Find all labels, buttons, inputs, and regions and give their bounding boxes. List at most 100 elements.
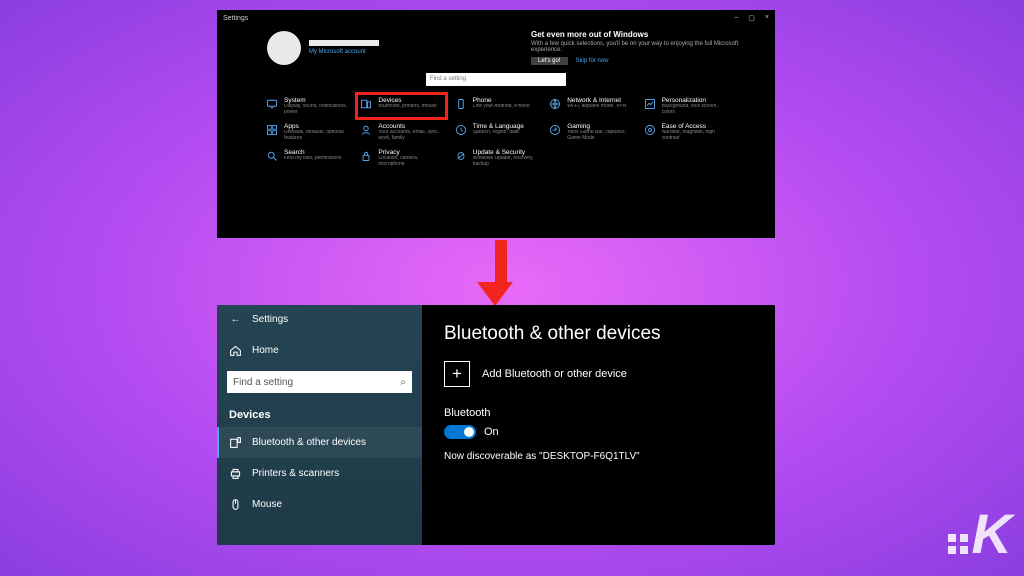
tile-subtitle: Location, camera, microphone bbox=[378, 156, 443, 167]
ease-icon bbox=[643, 123, 657, 137]
settings-sidebar: ← Settings Home Find a setting ⌕ Devices… bbox=[217, 305, 422, 545]
tile-subtitle: Narrator, magnifier, high contrast bbox=[662, 130, 727, 141]
tile-subtitle: Find my files, permissions bbox=[284, 156, 342, 162]
tile-accounts[interactable]: AccountsYour accounts, email, sync, work… bbox=[357, 120, 445, 144]
sidebar-item-label: Bluetooth & other devices bbox=[252, 437, 366, 448]
window-title: Settings bbox=[223, 15, 248, 22]
search-icon: ⌕ bbox=[400, 377, 406, 388]
sidebar-item-label: Printers & scanners bbox=[252, 468, 339, 479]
time-icon bbox=[454, 123, 468, 137]
printer-icon bbox=[229, 467, 242, 480]
sidebar-item-printer[interactable]: Printers & scanners bbox=[217, 458, 422, 489]
mouse-icon bbox=[229, 498, 242, 511]
annotation-arrow bbox=[489, 240, 513, 306]
promo-cta-button[interactable]: Let's go! bbox=[531, 57, 568, 65]
settings-main-pane: Bluetooth & other devices + Add Bluetoot… bbox=[422, 305, 775, 545]
tile-title: Search bbox=[284, 149, 342, 156]
settings-devices-window: ← Settings Home Find a setting ⌕ Devices… bbox=[217, 305, 775, 545]
sidebar-item-bluetooth[interactable]: Bluetooth & other devices bbox=[217, 427, 422, 458]
sidebar-search-input[interactable]: Find a setting ⌕ bbox=[227, 371, 412, 393]
bluetooth-toggle[interactable]: On bbox=[444, 425, 753, 439]
tile-system[interactable]: SystemDisplay, sound, notifications, pow… bbox=[263, 94, 351, 118]
tile-subtitle: Windows Update, recovery, backup bbox=[473, 156, 538, 167]
promo-desc: With a few quick selections, you'll be o… bbox=[531, 41, 741, 53]
bluetooth-label: Bluetooth bbox=[444, 407, 753, 419]
discoverable-text: Now discoverable as "DESKTOP-F6Q1TLV" bbox=[444, 451, 753, 462]
network-icon bbox=[548, 97, 562, 111]
tile-subtitle: Background, lock screen, colors bbox=[662, 104, 727, 115]
toggle-state: On bbox=[484, 426, 499, 438]
privacy-icon bbox=[359, 149, 373, 163]
promo-title: Get even more out of Windows bbox=[531, 30, 741, 39]
tile-apps[interactable]: AppsUninstall, defaults, optional featur… bbox=[263, 120, 351, 144]
tile-title: Gaming bbox=[567, 123, 632, 130]
settings-home-window: Settings – ▢ × My Microsoft account Get … bbox=[217, 10, 775, 238]
system-icon bbox=[265, 97, 279, 111]
tile-devices[interactable]: DevicesBluetooth, printers, mouse bbox=[357, 94, 445, 118]
promo-card: Get even more out of Windows With a few … bbox=[531, 30, 741, 65]
page-title: Bluetooth & other devices bbox=[444, 323, 753, 345]
phone-icon bbox=[454, 97, 468, 111]
gaming-icon bbox=[548, 123, 562, 137]
minimize-button[interactable]: – bbox=[734, 14, 738, 22]
settings-grid: SystemDisplay, sound, notifications, pow… bbox=[217, 92, 775, 174]
apps-icon bbox=[265, 123, 279, 137]
maximize-button[interactable]: ▢ bbox=[748, 14, 755, 22]
accounts-icon bbox=[359, 123, 373, 137]
settings-search-input[interactable]: Find a setting bbox=[426, 73, 566, 86]
tile-subtitle: Bluetooth, printers, mouse bbox=[378, 104, 436, 110]
tile-title: Apps bbox=[284, 123, 349, 130]
tile-subtitle: Your accounts, email, sync, work, family bbox=[378, 130, 443, 141]
tile-title: Network & Internet bbox=[567, 97, 626, 104]
tile-time[interactable]: Time & LanguageSpeech, region, date bbox=[452, 120, 540, 144]
tile-privacy[interactable]: PrivacyLocation, camera, microphone bbox=[357, 146, 445, 170]
devices-icon bbox=[359, 97, 373, 111]
tile-title: Accounts bbox=[378, 123, 443, 130]
tile-subtitle: Uninstall, defaults, optional features bbox=[284, 130, 349, 141]
home-label: Home bbox=[252, 345, 279, 356]
home-button[interactable]: Home bbox=[217, 334, 422, 367]
tile-network[interactable]: Network & InternetWi-Fi, airplane mode, … bbox=[546, 94, 634, 118]
close-button[interactable]: × bbox=[765, 14, 769, 22]
tile-gaming[interactable]: GamingXbox Game Bar, captures, Game Mode bbox=[546, 120, 634, 144]
tile-title: Ease of Access bbox=[662, 123, 727, 130]
tile-ease[interactable]: Ease of AccessNarrator, magnifier, high … bbox=[641, 120, 729, 144]
home-icon bbox=[229, 344, 242, 357]
tile-title: Devices bbox=[378, 97, 436, 104]
sidebar-item-label: Mouse bbox=[252, 499, 282, 510]
tile-subtitle: Speech, region, date bbox=[473, 130, 524, 136]
back-button[interactable]: ← Settings bbox=[217, 305, 422, 334]
tile-phone[interactable]: PhoneLink your Android, iPhone bbox=[452, 94, 540, 118]
add-device-button[interactable]: + Add Bluetooth or other device bbox=[444, 361, 753, 387]
tile-title: Phone bbox=[473, 97, 530, 104]
account-link[interactable]: My Microsoft account bbox=[309, 49, 379, 55]
back-arrow-icon: ← bbox=[229, 313, 242, 326]
personalization-icon bbox=[643, 97, 657, 111]
sidebar-category: Devices bbox=[217, 403, 422, 427]
user-name-placeholder bbox=[309, 40, 379, 46]
avatar bbox=[267, 31, 301, 65]
tile-title: Privacy bbox=[378, 149, 443, 156]
search-placeholder: Find a setting bbox=[233, 377, 293, 388]
promo-skip-link[interactable]: Skip for now bbox=[576, 58, 609, 64]
watermark-logo: K bbox=[948, 501, 1010, 566]
tile-title: Update & Security bbox=[473, 149, 538, 156]
bluetooth-icon bbox=[229, 436, 242, 449]
tile-title: Personalization bbox=[662, 97, 727, 104]
sidebar-item-mouse[interactable]: Mouse bbox=[217, 489, 422, 520]
search-icon bbox=[265, 149, 279, 163]
tile-subtitle: Xbox Game Bar, captures, Game Mode bbox=[567, 130, 632, 141]
tile-subtitle: Display, sound, notifications, power bbox=[284, 104, 349, 115]
tile-search[interactable]: SearchFind my files, permissions bbox=[263, 146, 351, 170]
add-device-label: Add Bluetooth or other device bbox=[482, 368, 627, 380]
tile-subtitle: Link your Android, iPhone bbox=[473, 104, 530, 110]
window-titlebar: Settings – ▢ × bbox=[217, 10, 775, 26]
tile-title: System bbox=[284, 97, 349, 104]
tile-title: Time & Language bbox=[473, 123, 524, 130]
tile-update[interactable]: Update & SecurityWindows Update, recover… bbox=[452, 146, 540, 170]
tile-subtitle: Wi-Fi, airplane mode, VPN bbox=[567, 104, 626, 110]
tile-personalization[interactable]: PersonalizationBackground, lock screen, … bbox=[641, 94, 729, 118]
user-block[interactable]: My Microsoft account bbox=[267, 30, 379, 65]
back-label: Settings bbox=[252, 314, 288, 325]
update-icon bbox=[454, 149, 468, 163]
